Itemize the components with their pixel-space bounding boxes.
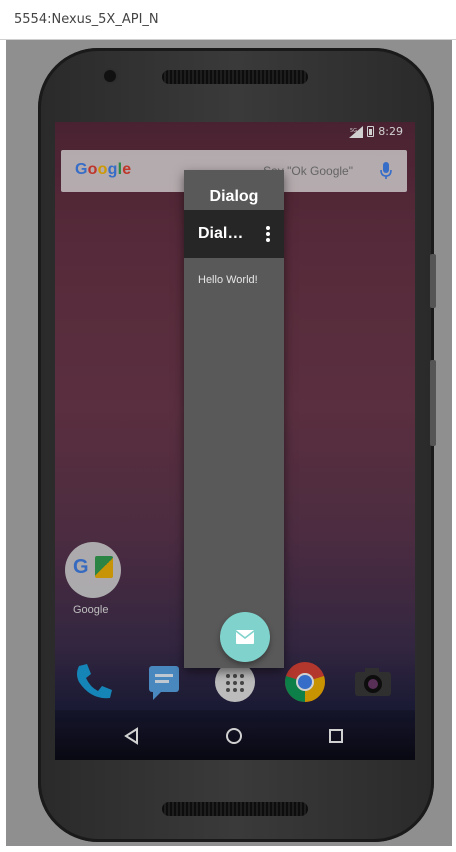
dialog-body-text: Hello World!: [198, 274, 258, 286]
top-speaker-grille: [162, 70, 308, 84]
emulator-title-bar: 5554:Nexus_5X_API_N: [0, 0, 456, 40]
bottom-speaker-grille: [162, 802, 308, 816]
overflow-menu-icon[interactable]: [266, 226, 270, 242]
dialog-toolbar: Dial…: [184, 210, 284, 258]
dialog-title: Dialog: [209, 188, 259, 205]
volume-button[interactable]: [430, 360, 436, 446]
email-icon: [235, 630, 255, 644]
email-fab-button[interactable]: [220, 612, 270, 662]
device-screen: 5G 8:29 Google Say "Ok Google" G Google: [55, 122, 415, 760]
dialog-window: Dialog Dial… Hello World!: [184, 170, 284, 668]
front-camera-icon: [104, 70, 116, 82]
power-button[interactable]: [430, 254, 436, 308]
window-title: 5554:Nexus_5X_API_N: [14, 12, 159, 27]
toolbar-title: Dial…: [198, 225, 244, 242]
